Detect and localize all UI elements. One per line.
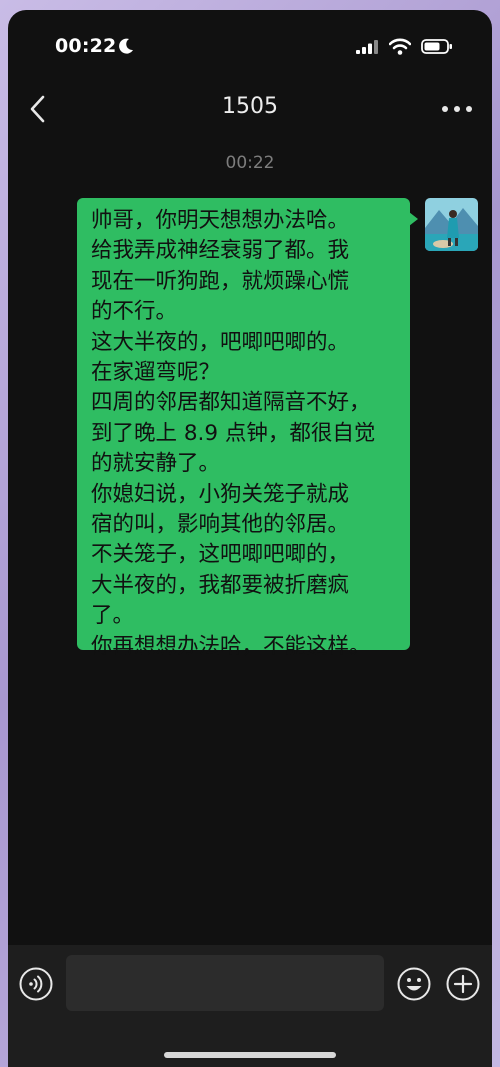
avatar[interactable] xyxy=(425,198,478,251)
message-timestamp: 00:22 xyxy=(225,153,275,173)
message-bubble[interactable]: 帅哥，你明天想想办法哈。 给我弄成神经衰弱了都。我 现在一听狗跑，就烦躁心慌 的… xyxy=(77,198,418,659)
message-line: 四周的邻居都知道隔音不好， xyxy=(91,390,371,416)
status-time: 00:22 xyxy=(55,35,117,57)
input-bar xyxy=(8,945,492,1067)
message-line: 在家遛弯呢？ xyxy=(91,360,221,386)
message-line: 到了晚上 8.9 点钟，都很自觉 xyxy=(91,420,376,446)
battery-icon xyxy=(421,39,452,54)
signal-icon xyxy=(356,40,378,54)
message-line: 了。 xyxy=(91,603,135,629)
message-line: 不关笼子，这吧唧吧唧的， xyxy=(91,542,350,568)
emoji-icon[interactable] xyxy=(397,967,431,1001)
plus-icon[interactable] xyxy=(446,967,480,1001)
home-indicator xyxy=(164,1052,336,1058)
message-line: 的不行。 xyxy=(91,299,178,325)
moon-icon xyxy=(119,38,133,54)
message-line: 你再想想办法哈，不能这样。 xyxy=(91,633,371,659)
message-line: 的就安静了。 xyxy=(91,451,221,477)
chat-screen: 00:22 1505 00:22 帅哥，你明天想想办法哈。 给我弄成神经衰弱了都… xyxy=(8,10,492,1067)
voice-icon[interactable] xyxy=(19,967,53,1001)
more-dots-icon[interactable] xyxy=(440,104,476,114)
message-line: 帅哥，你明天想想办法哈。 xyxy=(91,208,350,233)
nav-bar: 1505 xyxy=(8,80,492,136)
message-line: 给我弄成神经衰弱了都。我 xyxy=(91,238,350,264)
message-line: 你媳妇说，小狗关笼子就成 xyxy=(91,481,350,507)
message-line: 现在一听狗跑，就烦躁心慌 xyxy=(91,268,350,294)
chat-title: 1505 xyxy=(222,94,278,119)
wifi-icon xyxy=(389,38,411,55)
message-line: 大半夜的，我都要被折磨疯 xyxy=(91,572,350,598)
status-bar: 00:22 xyxy=(8,10,492,80)
message-line: 宿的叫，影响其他的邻居。 xyxy=(91,512,350,538)
message-input[interactable] xyxy=(66,955,384,1011)
message-line: 这大半夜的，吧唧吧唧的。 xyxy=(91,329,350,355)
